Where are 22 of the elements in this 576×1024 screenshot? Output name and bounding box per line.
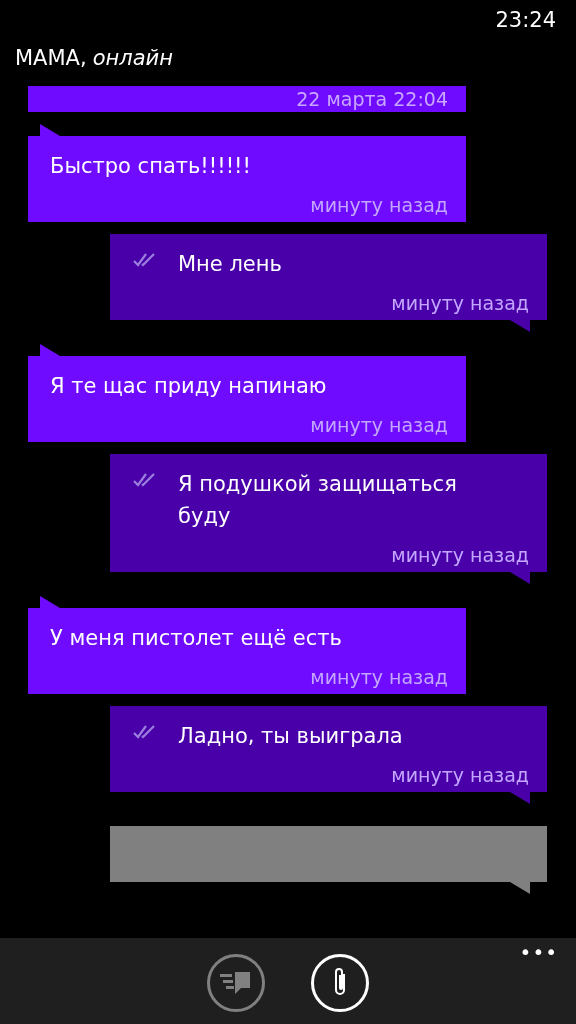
date-stamp: 22 марта 22:04 [28,86,466,112]
more-button[interactable]: ••• [519,940,558,964]
double-check-icon [132,252,156,268]
message-input[interactable] [110,826,547,882]
message-text: Я подушкой защищаться буду [178,471,458,530]
message-text: Ладно, ты выиграла [178,723,404,750]
double-check-icon [132,472,156,488]
presence-status: онлайн [92,46,173,72]
message-text: Мне лень [178,251,283,278]
message-text: У меня пистолет ещё есть [50,625,343,652]
message-time: минуту назад [391,544,529,566]
message-time: минуту назад [310,666,448,688]
message-time: минуту назад [391,292,529,314]
attach-button[interactable] [311,954,369,1012]
contact-name: МАМА, [15,46,87,72]
message-time: минуту назад [310,414,448,436]
message-time: минуту назад [310,194,448,216]
message-text: Я те щас приду напинаю [50,373,328,400]
clock: 23:24 [495,8,556,34]
double-check-icon [132,724,156,740]
message-text: Быстро спать!!!!!! [50,153,252,180]
message-time: минуту назад [391,764,529,786]
